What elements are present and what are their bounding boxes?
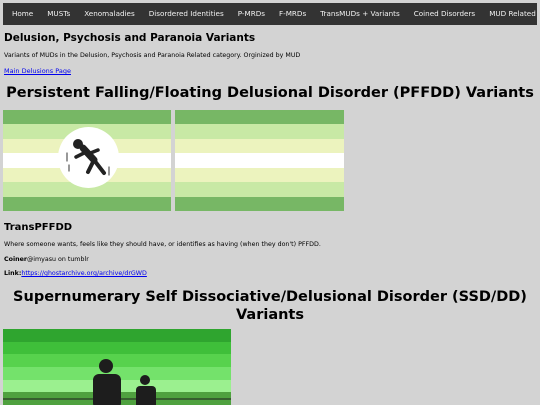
ssd-section-heading: Supernumerary Self Dissociative/Delusion… [0, 288, 540, 324]
nav-disordered-identities[interactable]: Disordered Identities [142, 3, 231, 25]
ssd-heading-line1: Supernumerary Self Dissociative/Delusion… [13, 289, 527, 305]
nav-home[interactable]: Home [5, 3, 40, 25]
flag-stripe [175, 138, 344, 154]
pffdd-section-heading: Persistent Falling/Floating Delusional D… [6, 85, 534, 101]
two-people-icon [3, 359, 231, 405]
flag-stripe [175, 182, 344, 197]
coiner-label: Coiner [4, 256, 27, 263]
flag-emblem-circle [58, 127, 119, 188]
flag-stripe [3, 110, 171, 125]
ssd-heading-line2: Variants [235, 307, 304, 323]
variant-description: Where someone wants, feels like they sho… [4, 241, 321, 248]
transpffdd-flag-with-symbol [3, 110, 171, 211]
variant-title: TransPFFDD [4, 222, 73, 233]
nav-transmuds-variants[interactable]: TransMUDs + Variants [313, 3, 407, 25]
flag-stripe [175, 167, 344, 183]
nav-p-mrds[interactable]: P-MRDs [231, 3, 272, 25]
flag-stripe [175, 124, 344, 139]
ssd-flag [3, 329, 231, 405]
page-intro: Variants of MUDs in the Delusion, Psycho… [4, 52, 301, 59]
nav-f-mrds[interactable]: F-MRDs [272, 3, 313, 25]
flag-stripes [175, 110, 344, 211]
flag-stripe [175, 196, 344, 211]
variant-coiner: Coiner@imyasu on tumblr [4, 256, 89, 263]
flag-stripe [175, 153, 344, 168]
nav-coined-disorders[interactable]: Coined Disorders [407, 3, 482, 25]
coiner-value: @imyasu on tumblr [26, 256, 89, 263]
variant-link-line: Link:https://ghostarchive.org/archive/dr… [4, 270, 147, 277]
page-title: Delusion, Psychosis and Paranoia Variant… [4, 32, 256, 44]
nav-mud-related[interactable]: MUD Related [482, 3, 540, 25]
flag-stripe [3, 196, 171, 211]
top-navigation: Home MUSTs Xenomaladies Disordered Ident… [3, 3, 537, 25]
nav-xenomaladies[interactable]: Xenomaladies [77, 3, 142, 25]
archive-link[interactable]: https://ghostarchive.org/archive/drGWD [21, 270, 147, 277]
main-delusions-link[interactable]: Main Delusions Page [4, 67, 71, 75]
nav-musts[interactable]: MUSTs [40, 3, 77, 25]
link-label: Link: [4, 270, 22, 277]
falling-person-icon [66, 139, 110, 176]
flag-stripe [175, 110, 344, 125]
transpffdd-flag-plain [175, 110, 344, 211]
